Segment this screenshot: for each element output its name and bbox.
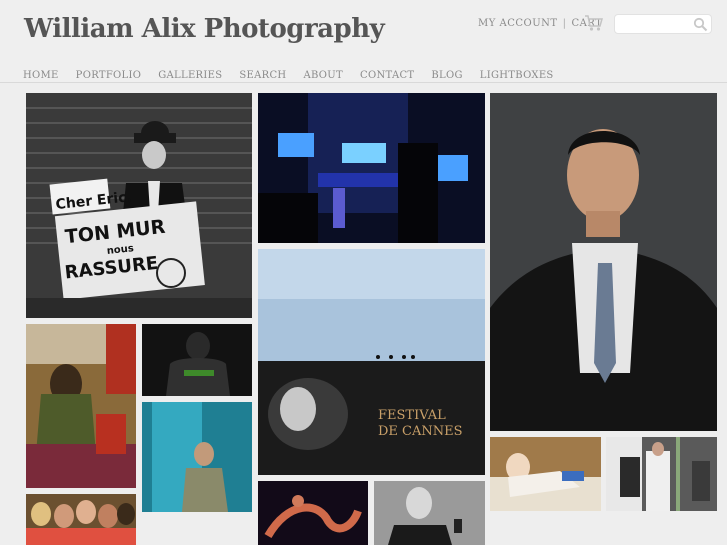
- site-header: William Alix Photography MY ACCOUNT | CART…: [0, 0, 727, 83]
- search-icon[interactable]: [693, 17, 708, 32]
- my-account-link[interactable]: MY ACCOUNT: [478, 18, 558, 29]
- nav-lightboxes[interactable]: LIGHTBOXES: [480, 70, 554, 81]
- nav-galleries[interactable]: GALLERIES: [158, 70, 222, 81]
- search-box: [614, 14, 712, 37]
- nav-portfolio[interactable]: PORTFOLIO: [76, 70, 142, 81]
- nav-search[interactable]: SEARCH: [239, 70, 286, 81]
- photo-woman-praying[interactable]: [26, 324, 136, 488]
- cannes-line-1: FESTIVAL: [378, 408, 446, 423]
- photo-hooded-figure[interactable]: [142, 324, 252, 396]
- photo-hallway-priest[interactable]: [606, 437, 717, 511]
- search-input[interactable]: [621, 18, 697, 37]
- photo-cannes-festival[interactable]: FESTIVAL DE CANNES: [258, 249, 485, 475]
- cart-icon[interactable]: [584, 14, 604, 32]
- photo-woman-lying[interactable]: [490, 437, 601, 511]
- site-title[interactable]: William Alix Photography: [24, 14, 385, 44]
- photo-elderly-man[interactable]: [374, 481, 485, 545]
- photo-dancer[interactable]: [258, 481, 368, 545]
- photo-portrait-man[interactable]: [490, 93, 717, 431]
- photo-tv-studio[interactable]: [258, 93, 485, 243]
- nav-blog[interactable]: BLOG: [431, 70, 462, 81]
- cannes-line-2: DE CANNES: [378, 424, 463, 439]
- account-separator: |: [562, 18, 567, 29]
- photo-group-celebration[interactable]: [26, 494, 136, 545]
- nav-about[interactable]: ABOUT: [303, 70, 343, 81]
- nav-contact[interactable]: CONTACT: [360, 70, 414, 81]
- main-nav: HOME PORTFOLIO GALLERIES SEARCH ABOUT CONTACT…: [23, 63, 571, 81]
- photo-protest-sign[interactable]: Cher Eric, TON MUR nous RASSURE: [26, 93, 252, 318]
- nav-home[interactable]: HOME: [23, 70, 59, 81]
- photo-man-blue-door[interactable]: [142, 402, 252, 512]
